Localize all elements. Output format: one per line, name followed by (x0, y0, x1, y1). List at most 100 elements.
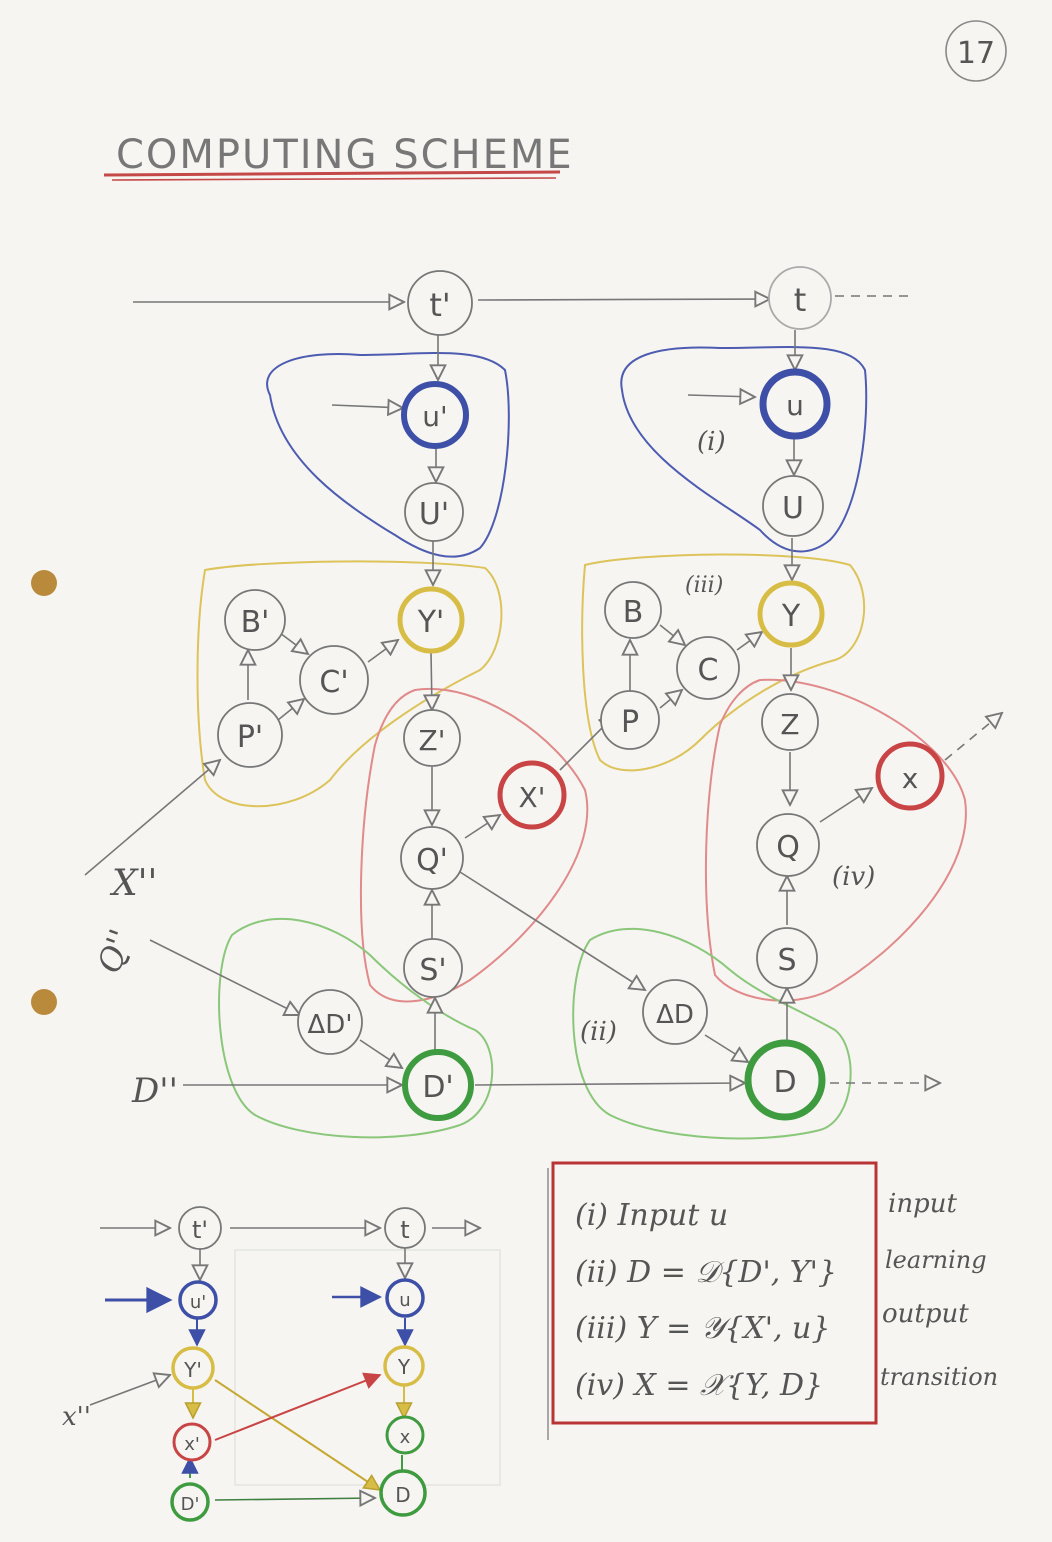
svg-text:S: S (777, 943, 796, 978)
legend-desc-transition: transition (880, 1363, 998, 1391)
node-S-left: S' (403, 938, 463, 998)
legend-desc-learning: learning (885, 1246, 987, 1274)
svg-text:C: C (698, 653, 719, 688)
region-transition-right (704, 678, 967, 1002)
computing-scheme-diagram: 17 COMPUTING SCHEME t' u' U' Y' B' C' P'… (31, 20, 1007, 1522)
svg-text:t': t' (192, 1216, 208, 1244)
svg-text:ΔD': ΔD' (308, 1010, 353, 1040)
node-D-right: D (744, 1039, 826, 1121)
node-D-left: D' (402, 1049, 474, 1121)
edge-B-C-right (659, 624, 685, 645)
node-P-left: P' (217, 702, 283, 768)
node-Z-left: Z' (403, 709, 461, 767)
svg-text:x: x (400, 1427, 411, 1448)
svg-text:ΔD: ΔD (656, 1000, 694, 1030)
node-X-left: X' (497, 760, 567, 830)
svg-text:B: B (623, 595, 644, 630)
node-U-right: U (762, 475, 824, 537)
node-dD-left: ΔD' (297, 989, 363, 1055)
svg-text:X': X' (519, 781, 546, 814)
legend-desc-input: input (888, 1189, 957, 1219)
node-X-right: x (875, 741, 945, 811)
svg-text:Y': Y' (183, 1358, 202, 1382)
node-u-right: u (759, 368, 831, 440)
svg-text:D': D' (181, 1494, 200, 1515)
edge-Q-dD-cross (459, 871, 645, 990)
node-U-left: U' (404, 482, 464, 542)
node-t-left: t' (407, 270, 473, 336)
svg-text:x': x' (184, 1434, 200, 1455)
label-region-ii: (ii) (580, 1017, 617, 1047)
svg-text:x: x (902, 762, 919, 795)
edge-Y-Z-left (431, 651, 432, 710)
edge-input-u-right (687, 395, 755, 397)
edge-X-out (944, 713, 1002, 761)
svg-text:P: P (621, 705, 639, 740)
legend-desc-output: output (882, 1299, 969, 1329)
edge-xin-P-left (84, 760, 220, 876)
svg-text:D: D (773, 1065, 796, 1100)
punch-hole (31, 989, 57, 1015)
input-q-prev: Q'' (90, 924, 141, 978)
svg-text:C': C' (319, 665, 348, 700)
legend-box: (i) Input u (ii) D = 𝒟{D', Y'} (iii) Y =… (547, 1161, 998, 1440)
node-P-right: P (600, 690, 660, 750)
svg-text:u: u (399, 1290, 410, 1311)
mini-scheme: t' u' Y' x' D' t u Y x D x'' (62, 1206, 501, 1522)
region-transition-left (359, 687, 589, 1003)
svg-text:D': D' (422, 1070, 453, 1105)
region-input-right (620, 346, 868, 553)
svg-text:U: U (782, 491, 804, 526)
node-dD-right: ΔD (642, 979, 708, 1045)
node-Q-left: Q' (400, 826, 464, 890)
node-t-right: t (768, 266, 832, 330)
svg-text:Y: Y (397, 1355, 411, 1379)
edge-dD-D-left (359, 1039, 402, 1068)
svg-text:U': U' (419, 497, 449, 532)
edge-P-C-right (659, 690, 682, 709)
node-B-left: B' (224, 589, 286, 651)
edge-input-u-left (331, 405, 403, 408)
edge-B-C-left (279, 632, 308, 654)
svg-text:u': u' (422, 400, 447, 433)
mini-input-x: x'' (62, 1402, 91, 1432)
legend-formula-transition: (iv) X = 𝒳{Y, D} (575, 1368, 823, 1403)
node-u-left: u' (401, 381, 469, 449)
svg-text:u': u' (190, 1292, 206, 1313)
edge-time-left-right (477, 299, 770, 300)
node-B-right: B (604, 581, 662, 639)
punch-hole (31, 570, 57, 596)
svg-text:Z': Z' (419, 724, 446, 757)
svg-text:D: D (395, 1483, 410, 1507)
svg-text:Y: Y (781, 599, 801, 634)
node-Q-right: Q (756, 813, 820, 877)
legend-formula-output: (iii) Y = 𝒴{X', u} (575, 1311, 830, 1346)
svg-text:P': P' (237, 720, 263, 755)
edge-Q-X-left (464, 815, 500, 839)
edge-D-left-right (474, 1083, 745, 1085)
title-underline (111, 177, 557, 181)
svg-text:B': B' (241, 605, 270, 640)
label-region-iv: (iv) (832, 862, 875, 892)
page-number: 17 (957, 36, 995, 71)
svg-text:Z: Z (780, 708, 799, 741)
svg-text:u: u (786, 389, 804, 422)
svg-text:Y': Y' (417, 605, 445, 640)
svg-text:Q': Q' (416, 843, 448, 878)
svg-text:t: t (400, 1216, 409, 1244)
edge-Q-X-right (819, 788, 872, 823)
label-region-iii: (iii) (685, 573, 723, 598)
legend-formula-input: (i) Input u (575, 1198, 728, 1233)
edge-C-Y-right (736, 632, 762, 651)
svg-text:t: t (794, 281, 807, 319)
node-Z-right: Z (761, 693, 819, 751)
input-x-prev: X'' (109, 863, 157, 904)
node-Y-right: Y (757, 580, 825, 648)
edge-P-C-left (277, 699, 304, 721)
node-C-right: C (676, 636, 740, 700)
label-region-i: (i) (697, 427, 726, 457)
region-input-left (266, 352, 510, 558)
node-C-left: C' (299, 645, 369, 715)
svg-text:Q: Q (776, 830, 800, 865)
node-S-right: S (756, 927, 818, 989)
